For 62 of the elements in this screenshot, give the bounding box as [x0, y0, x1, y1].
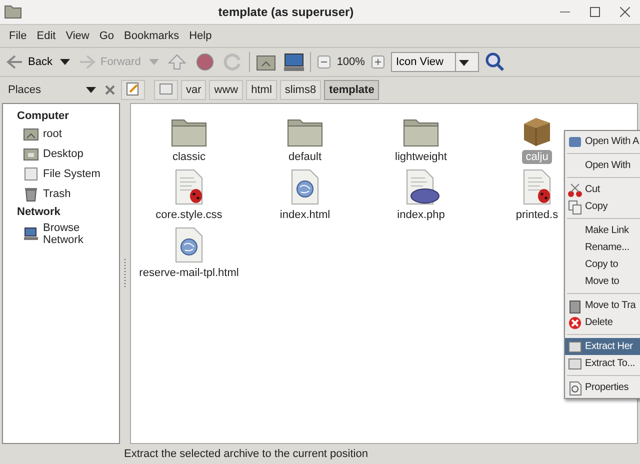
- menu-item[interactable]: Open With A: [565, 133, 640, 150]
- menu-bar-item[interactable]: Go: [94, 30, 120, 42]
- zoom-level: 100%: [336, 56, 365, 68]
- places-label: Places: [7, 84, 42, 96]
- sidebar-item[interactable]: Browse Network: [3, 220, 119, 248]
- copy-icon: [567, 198, 583, 214]
- sidebar-item[interactable]: Trash: [3, 184, 119, 204]
- file-name[interactable]: default: [284, 150, 326, 164]
- menu-bar-item[interactable]: Edit: [32, 30, 61, 42]
- close-icon[interactable]: [620, 7, 630, 17]
- menu-item[interactable]: Move to Tra: [565, 297, 640, 314]
- dropdown-arrow-icon: [454, 53, 472, 71]
- file-name[interactable]: core.style.css: [152, 208, 226, 222]
- menu-item[interactable]: Copy to: [565, 256, 640, 273]
- menu-item[interactable]: Rename...: [565, 239, 640, 256]
- file-name[interactable]: reserve-mail-tpl.html: [135, 266, 243, 280]
- sidebar-item[interactable]: File System: [3, 164, 119, 184]
- path-button[interactable]: www: [209, 80, 244, 100]
- menu-item[interactable]: Open With: [565, 157, 640, 174]
- menu-item[interactable]: Extract To...: [565, 355, 640, 372]
- file-name[interactable]: index.php: [393, 208, 449, 222]
- menu-item[interactable]: Extract Her: [565, 338, 640, 355]
- pencil-icon: [126, 82, 140, 96]
- menu-bar-item[interactable]: File: [4, 30, 32, 42]
- menu-item[interactable]: Delete: [565, 314, 640, 331]
- path-button[interactable]: template: [324, 80, 380, 100]
- computer-icon[interactable]: [282, 52, 306, 72]
- back-arrow-icon: [6, 54, 24, 70]
- file-name[interactable]: lightweight: [391, 150, 451, 164]
- folder-icon: [4, 5, 22, 19]
- edit-path-button[interactable]: [121, 80, 145, 100]
- delete-icon: [567, 314, 583, 330]
- back-button[interactable]: Back: [4, 54, 54, 70]
- menu-item[interactable]: Cut: [565, 181, 640, 198]
- desktop-folder-icon: [23, 146, 39, 162]
- menu-bar-item[interactable]: Bookmarks: [119, 30, 184, 42]
- view-mode-dropdown[interactable]: Icon View: [390, 52, 479, 72]
- home-folder-icon: [23, 126, 39, 142]
- menu-bar-item[interactable]: View: [60, 30, 94, 42]
- window-title: template (as superuser): [217, 5, 355, 19]
- menu-bar-item[interactable]: Help: [184, 30, 217, 42]
- menu-item[interactable]: Move to: [565, 273, 640, 290]
- path-button[interactable]: html: [246, 80, 277, 100]
- sidebar-item[interactable]: Desktop: [3, 144, 119, 164]
- path-button[interactable]: var: [181, 80, 206, 100]
- status-text: Extract the selected archive to the current position: [124, 448, 368, 460]
- section-heading: Computer: [16, 109, 70, 124]
- file-name[interactable]: printed.s: [512, 208, 562, 222]
- scissors-icon: [567, 182, 583, 198]
- menu-item[interactable]: Properties: [565, 379, 640, 396]
- properties-icon: [567, 380, 583, 396]
- file-name[interactable]: classic: [168, 150, 210, 164]
- sidebar-item[interactable]: root: [3, 124, 119, 144]
- path-button[interactable]: slims8: [280, 80, 322, 100]
- menu-item[interactable]: Make Link: [565, 222, 640, 239]
- file-name[interactable]: index.html: [276, 208, 334, 222]
- section-heading: Network: [16, 205, 62, 220]
- root-path-button[interactable]: [154, 80, 178, 100]
- maximize-icon[interactable]: [590, 7, 600, 17]
- network-icon: [23, 226, 39, 242]
- forward-arrow-icon: [78, 54, 96, 70]
- menu-item[interactable]: Copy: [565, 198, 640, 215]
